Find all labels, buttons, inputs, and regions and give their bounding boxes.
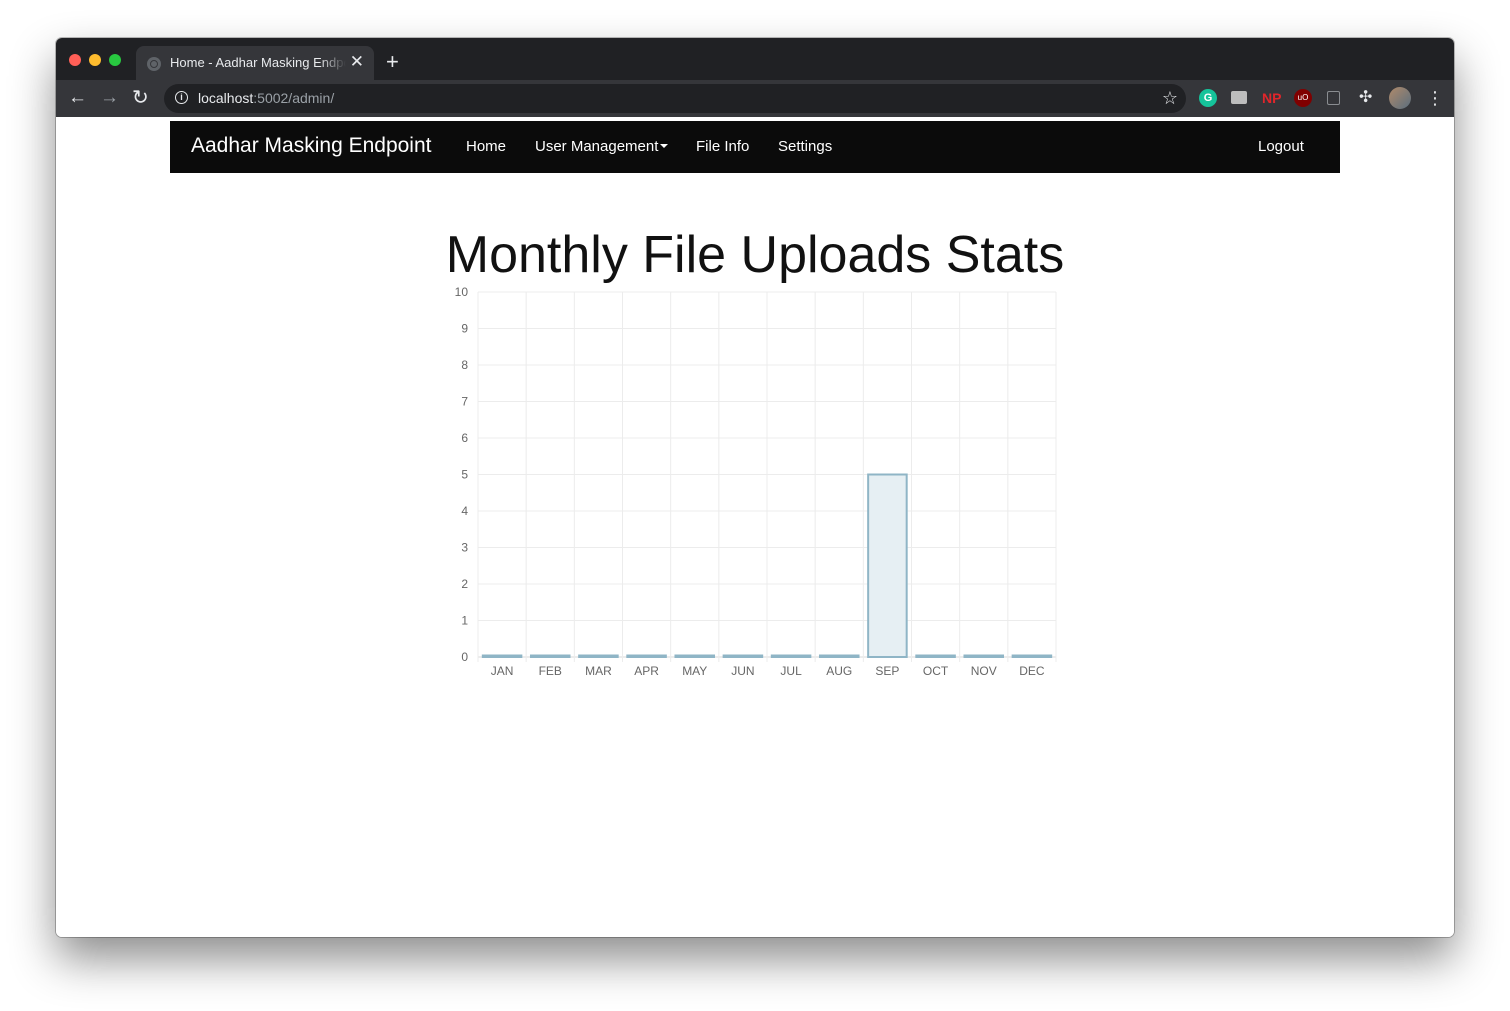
x-tick-label: JUL [780,664,802,678]
chart-bar [915,654,956,658]
monthly-uploads-chart: 0 1 2 3 4 5 6 7 8 9 10 JAN FEB MAR APR MAY JUN JUL AUG SEP O… [455,285,1057,678]
url-host: localhost [198,90,254,106]
chart-bar [529,654,571,658]
avatar[interactable] [1389,87,1411,109]
x-tick-label: NOV [971,664,997,678]
page-content: Aadhar Masking Endpoint Home User Manage… [56,117,1454,937]
reload-icon[interactable]: ↻ [132,87,149,109]
x-tick-label: OCT [923,664,949,678]
x-tick-label: JUN [731,664,754,678]
x-tick-label: APR [634,664,659,678]
back-arrow-icon[interactable]: ← [68,87,87,109]
chevron-down-icon [660,144,669,148]
grammarly-icon[interactable]: G [1199,89,1217,107]
tab-title: Home - Aadhar Masking Endpoint [170,55,346,70]
y-tick-label: 7 [461,395,468,409]
globe-icon [147,57,161,71]
nav-settings[interactable]: Settings [778,138,832,155]
chart-bar [578,654,619,658]
chart-bar [770,654,812,658]
menu-icon[interactable]: ⋮ [1426,89,1444,107]
url-path: :5002/admin/ [253,90,335,106]
chart-bar [818,654,860,658]
chart-bar [626,654,667,658]
chart-bar [867,473,908,658]
site-navbar: Aadhar Masking Endpoint Home User Manage… [170,121,1340,173]
page-title: Monthly File Uploads Stats [445,226,1065,284]
close-icon[interactable]: ✕ [350,53,364,71]
bookmark-star-icon[interactable]: ☆ [1162,87,1178,109]
puzzle-icon[interactable]: ✣ [1359,89,1377,107]
chart-bar [722,654,764,658]
y-tick-label: 5 [461,468,468,482]
tab-strip: Home - Aadhar Masking Endpoint ✕ + [56,38,1454,80]
url-text[interactable]: localhost:5002/admin/ [198,90,334,106]
browser-tab-home[interactable]: Home - Aadhar Masking Endpoint ✕ [136,46,374,80]
mail-icon[interactable] [1231,91,1247,104]
nav-file-info[interactable]: File Info [696,138,749,155]
nav-user-management[interactable]: User Management [535,138,669,155]
y-tick-label: 10 [455,285,469,299]
y-tick-label: 6 [461,431,468,445]
y-tick-label: 3 [461,541,468,555]
x-tick-label: SEP [875,664,899,678]
address-bar[interactable]: i localhost:5002/admin/ ☆ [164,84,1186,113]
x-tick-label: MAY [682,664,707,678]
maximize-window-button[interactable] [109,54,121,66]
chart-bar [674,654,716,658]
forward-arrow-icon[interactable]: → [100,87,119,109]
chart-bar [1011,654,1053,658]
x-tick-label: FEB [539,664,562,678]
x-tick-label: DEC [1019,664,1045,678]
chart-bar [481,654,523,658]
x-tick-label: JAN [491,664,514,678]
y-tick-label: 9 [461,322,468,336]
x-tick-label: MAR [585,664,612,678]
copy-icon[interactable] [1327,91,1340,105]
new-tab-button[interactable]: + [386,51,399,73]
browser-window: Home - Aadhar Masking Endpoint ✕ + ← → ↻… [56,38,1454,937]
nav-user-management-label: User Management [535,138,659,155]
y-tick-label: 2 [461,577,468,591]
np-icon[interactable]: NP [1262,89,1281,107]
close-window-button[interactable] [69,54,81,66]
ublock-icon[interactable]: uO [1294,89,1312,107]
nav-logout[interactable]: Logout [1258,138,1304,155]
minimize-window-button[interactable] [89,54,101,66]
brand-link[interactable]: Aadhar Masking Endpoint [191,134,432,158]
nav-home[interactable]: Home [466,138,506,155]
x-tick-label: AUG [826,664,852,678]
y-tick-label: 0 [461,650,468,664]
chart-bar [963,654,1005,658]
y-tick-label: 4 [461,504,468,518]
y-tick-label: 8 [461,358,468,372]
info-icon[interactable]: i [175,91,188,104]
y-tick-label: 1 [461,614,468,628]
